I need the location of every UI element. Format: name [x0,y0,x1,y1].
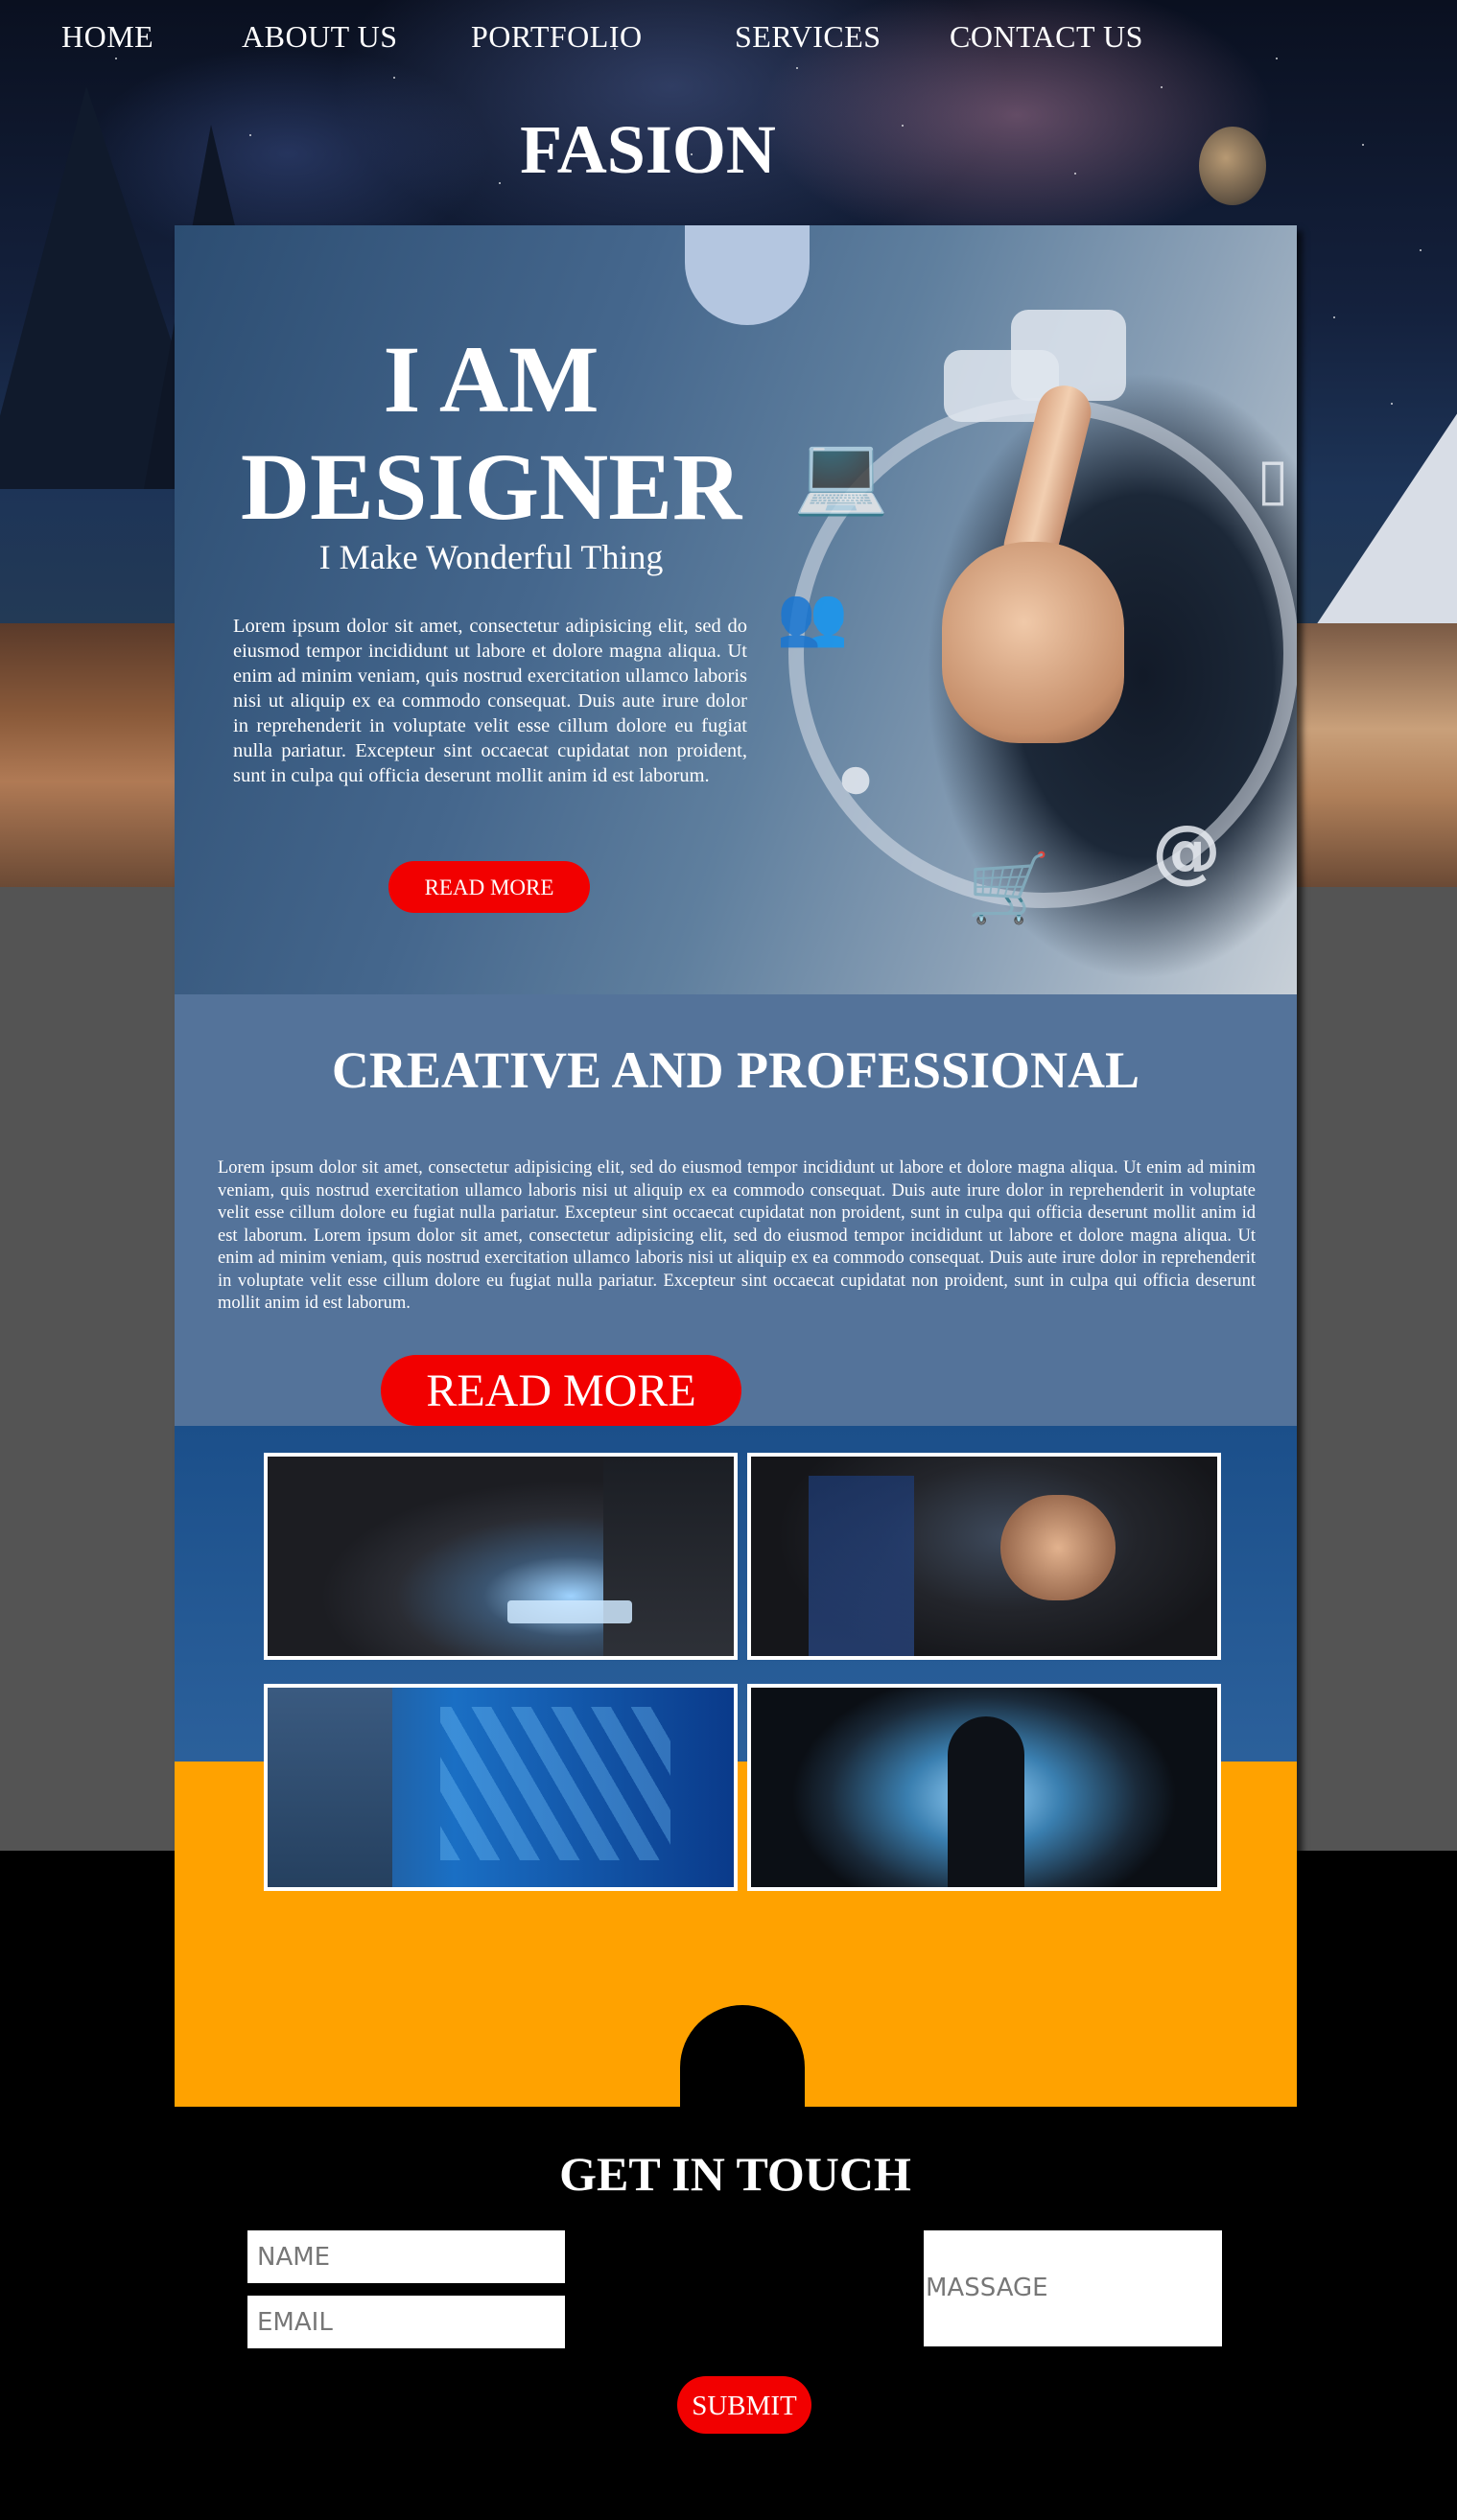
nav-portfolio[interactable]: PORTFOLIO [471,19,643,55]
gallery-image-1[interactable] [264,1453,738,1660]
gallery-image-4[interactable] [747,1684,1221,1891]
hero-title: I AM DESIGNER [175,326,808,541]
gallery-image-3[interactable] [264,1684,738,1891]
phone-icon: ▯ [1257,446,1289,513]
message-field[interactable] [924,2230,1222,2346]
hexagon-icons-grid [440,1707,670,1860]
shopping-cart-icon: 🛒 [967,849,1051,927]
nav-home[interactable]: HOME [61,19,153,55]
gallery-image-2[interactable] [747,1453,1221,1660]
creative-section: CREATIVE AND PROFESSIONAL Lorem ipsum do… [175,994,1297,1426]
pointing-hand [942,542,1124,743]
creative-read-more-button[interactable]: READ MORE [381,1355,741,1426]
silhouette-figure [948,1716,1024,1887]
businessman-figure [603,1457,734,1656]
hero-body-text: Lorem ipsum dolor sit amet, consectetur … [233,616,747,786]
main-nav: HOME ABOUT US PORTFOLIO SERVICES CONTACT… [0,19,1457,62]
contact-title: GET IN TOUCH [559,2147,911,2201]
tablet-shape [507,1600,632,1623]
brand-title: FASION [520,111,776,188]
hand-shape [1000,1495,1116,1600]
email-field[interactable] [247,2296,565,2348]
creative-body-text: Lorem ipsum dolor sit amet, consectetur … [218,1158,1256,1313]
creative-title: CREATIVE AND PROFESSIONAL [331,1041,1140,1099]
desert-ground-left [0,623,182,887]
nav-about-us[interactable]: ABOUT US [242,19,398,55]
name-field[interactable] [247,2230,565,2283]
media-player-icon: ⏺ [840,743,871,813]
man-in-suit-figure [268,1688,392,1887]
people-icon: 👥 [776,583,849,650]
nav-services[interactable]: SERVICES [735,19,881,55]
email-at-icon: @ [1152,810,1221,891]
desert-ground-right [1285,623,1457,887]
hero-top-tab [685,225,810,325]
submit-button[interactable]: SUBMIT [677,2376,811,2434]
mountain-right-snow [1304,412,1457,642]
blue-light-beam [809,1476,914,1656]
nav-contact-us[interactable]: CONTACT US [950,19,1143,55]
hero-section: 💻 👥 ⏺ 🛒 @ ▯ I AM DESIGNER I Make Wonderf… [175,225,1297,994]
hero-read-more-button[interactable]: READ MORE [388,861,590,913]
hero-subtitle: I Make Wonderful Thing [318,538,664,576]
hero-title-line-1: I AM [383,326,599,432]
main-card: 💻 👥 ⏺ 🛒 @ ▯ I AM DESIGNER I Make Wonderf… [175,225,1297,2107]
hero-title-line-2: DESIGNER [240,433,742,540]
